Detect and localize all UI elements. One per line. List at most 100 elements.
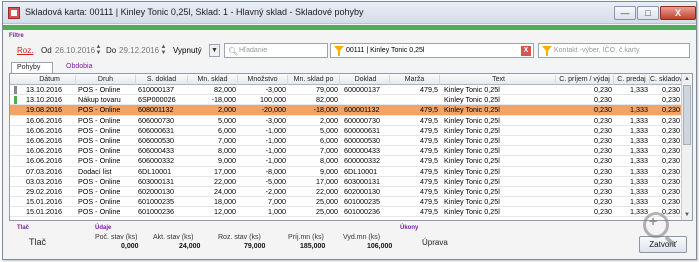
cell-type: POS - Online [78,135,121,145]
cell-date: 13.10.2016 [26,85,62,94]
cell-qty-before: -18,000 [211,95,236,105]
column-header-qty-before[interactable]: Mn. sklad [188,75,238,85]
from-date-spinner[interactable]: ▲ ▼ [95,44,102,57]
from-label: Od [41,46,52,55]
roz-link[interactable]: Roz. [17,46,33,55]
cell-sale-price: 1,333 [630,125,648,135]
column-header-quantity[interactable]: Množstvo [238,75,288,85]
edit-button[interactable]: Úprava [422,238,448,247]
cell-document: 600000631 [344,125,380,135]
cell-price-in-out: 0,230 [594,156,612,166]
cell-quantity: -1,000 [265,135,286,145]
table-row[interactable]: 07.03.2016 Dodací list 6DL10001 17,000 -8,00… [10,167,682,177]
search-placeholder: Hľadanie [239,47,268,54]
table-body: 13.10.2016 POS - Online 610000137 82,000 -3,… [10,85,682,218]
cell-source-doc: 606000730 [138,115,174,125]
cell-source-doc: 601000235 [138,197,174,207]
table-row[interactable]: 19.08.2016 POS - Online 608001132 2,000 -20,… [10,105,682,116]
cell-margin: 479,5 [420,115,438,125]
cell-text: Kinley Tonic 0,25l [444,146,500,156]
table-row[interactable]: 15.01.2016 POS - Online 601000235 18,000 7,0… [10,197,682,208]
column-header-text[interactable]: Text [442,75,556,85]
cell-sale-price: 1,333 [630,135,648,145]
close-button[interactable]: Zatvoriť [639,236,687,253]
cell-stock-price: 0,230 [662,176,680,186]
cell-quantity: 1,000 [268,207,286,217]
cell-text: Kinley Tonic 0,25l [444,95,500,105]
scroll-thumb[interactable] [683,85,691,145]
table-row[interactable]: 16.06.2016 POS - Online 606000433 8,000 -1,0… [10,146,682,157]
column-header-source-doc[interactable]: S. doklad [136,75,188,85]
column-header-sale-price[interactable]: C. predaj [614,75,650,85]
cell-qty-before: 8,000 [218,146,236,156]
table-row[interactable]: 16.06.2016 POS - Online 606000332 9,000 -1,0… [10,156,682,167]
to-date-spinner[interactable]: ▲ ▼ [160,44,167,57]
table-row[interactable]: 16.06.2016 POS - Online 606000530 7,000 -1,0… [10,135,682,147]
from-date-field[interactable]: 26.10.2016 [55,44,95,57]
tab-obdobia[interactable]: Obdobia [61,62,97,73]
cell-qty-before: 22,000 [214,176,236,186]
cell-qty-before: 7,000 [218,135,236,145]
cell-date: 07.03.2016 [26,166,62,176]
cell-type: Dodací list [78,166,112,176]
cell-date: 19.08.2016 [26,105,62,115]
cell-margin: 479,5 [420,166,438,176]
cell-margin: 479,5 [420,135,438,145]
cell-text: Kinley Tonic 0,25l [444,186,500,196]
cell-source-doc: 601000236 [138,207,174,217]
close-window-button[interactable]: X [660,6,696,20]
item-filter-field[interactable]: 00111 | Kinley Tonic 0,25l X [330,43,534,58]
stat-value: 106,000 [367,243,393,250]
column-header-qty-after[interactable]: Mn. sklad po [288,75,340,85]
maximize-button[interactable]: □ [637,6,659,20]
stock-card-window: Skladová karta: 00111 | Kinley Tonic 0,2… [2,1,697,260]
cell-stock-price: 0,230 [662,95,680,105]
table-row[interactable]: 03.03.2016 POS - Online 603000131 22,000 -5,… [10,177,682,187]
cell-qty-after: 5,000 [320,125,338,135]
scroll-down-icon[interactable]: ▼ [682,210,692,220]
cell-qty-before: 12,000 [214,207,236,217]
table-row[interactable]: 13.10.2016 POS - Online 610000137 82,000 -3,… [10,85,682,96]
search-input[interactable]: 🔍︎ Hľadanie [224,43,328,58]
scroll-up-icon[interactable]: ▲ [682,74,692,84]
table-row[interactable]: 16.06.2016 POS - Online 606000730 5,000 -3,0… [10,116,682,126]
cell-quantity: -8,000 [265,166,286,176]
table-row[interactable]: 16.06.2016 POS - Online 606000631 6,000 -1,0… [10,126,682,136]
column-header-stock-price[interactable]: C. skladov [650,75,682,85]
table-row[interactable]: 15.01.2016 POS - Online 601000236 12,000 1,0… [10,207,682,218]
to-date-field[interactable]: 29.12.2016 [119,44,159,57]
column-header-date[interactable]: Dátum [24,75,76,85]
cell-date: 15.01.2016 [26,197,62,207]
cell-stock-price: 0,230 [662,125,680,135]
column-header-price-in-out[interactable]: C. príjem / výdaj [556,75,614,85]
cell-sale-price: 1,333 [630,186,648,196]
cell-qty-before: 24,000 [214,186,236,196]
column-header-type[interactable]: Druh [76,75,136,85]
cell-type: Nákup tovaru [78,95,121,105]
zoom-plus-icon: + [649,213,658,229]
cell-price-in-out: 0,230 [594,95,612,105]
cell-margin: 479,5 [420,176,438,186]
contact-filter-field[interactable]: Kontakt -výber, IČO, č.karty [538,43,690,58]
minimize-button[interactable]: — [614,6,636,20]
column-header-margin[interactable]: Marža [390,75,440,85]
contact-placeholder: Kontakt -výber, IČO, č.karty [554,47,640,54]
cell-type: POS - Online [78,105,121,115]
cell-source-doc: 606000332 [138,156,174,166]
column-header-document[interactable]: Doklad [342,75,390,85]
cell-quantity: -20,000 [261,105,286,115]
cell-qty-before: 82,000 [214,85,236,94]
cell-document: 600000137 [344,85,380,94]
clear-filter-icon[interactable]: X [521,46,531,56]
cell-qty-after: 82,000 [316,95,338,105]
table-row[interactable]: 13.10.2016 Nákup tovaru 6SP000026 -18,000 10… [10,95,682,106]
print-button[interactable]: Tlač [29,237,46,247]
vertical-scrollbar[interactable]: ▲ ▼ [681,74,692,220]
filter-mode-value[interactable]: Vypnutý [173,46,202,55]
tab-pohyby[interactable]: Pohyby [11,62,53,73]
cell-sale-price: 1,333 [630,156,648,166]
funnel-icon [542,46,552,56]
cell-source-doc: 602000130 [138,186,174,196]
filter-mode-dropdown[interactable]: ▼ [209,44,220,57]
table-row[interactable]: 29.02.2016 POS - Online 602000130 24,000 -2,… [10,186,682,198]
